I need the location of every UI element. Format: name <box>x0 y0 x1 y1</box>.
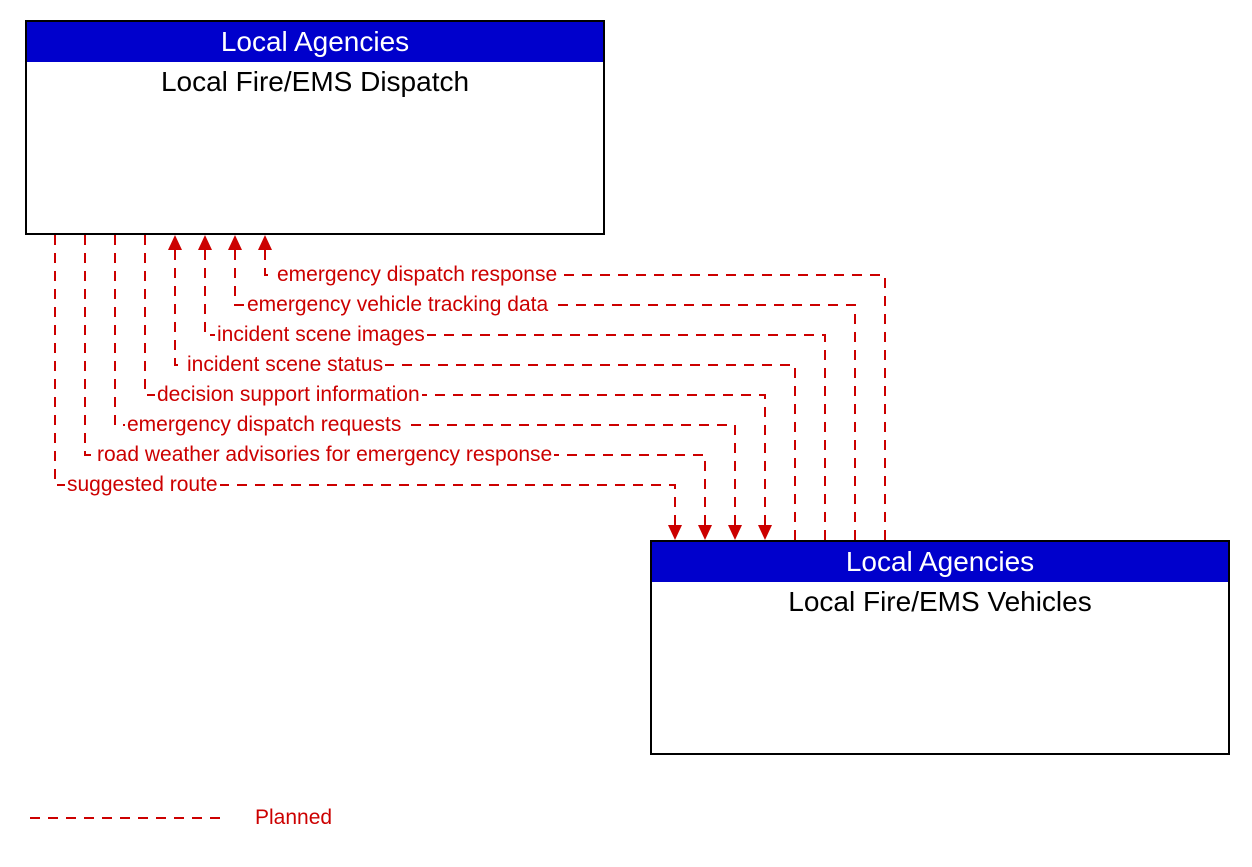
vehicles-box: Local Agencies Local Fire/EMS Vehicles <box>650 540 1230 755</box>
flow-label-incident-scene-images: incident scene images <box>215 323 427 347</box>
flow-label-emergency-dispatch-response: emergency dispatch response <box>275 263 559 287</box>
legend-planned: Planned <box>255 806 332 830</box>
flow-label-road-weather-advisories: road weather advisories for emergency re… <box>95 443 554 467</box>
dispatch-box-header: Local Agencies <box>27 22 603 62</box>
vehicles-box-title: Local Fire/EMS Vehicles <box>652 582 1228 618</box>
flow-label-emergency-dispatch-requests: emergency dispatch requests <box>125 413 403 437</box>
dispatch-box: Local Agencies Local Fire/EMS Dispatch <box>25 20 605 235</box>
flow-label-suggested-route: suggested route <box>65 473 220 497</box>
flow-label-incident-scene-status: incident scene status <box>185 353 385 377</box>
dispatch-box-title: Local Fire/EMS Dispatch <box>27 62 603 98</box>
flow-label-decision-support: decision support information <box>155 383 422 407</box>
flow-label-emergency-vehicle-tracking: emergency vehicle tracking data <box>245 293 550 317</box>
vehicles-box-header: Local Agencies <box>652 542 1228 582</box>
